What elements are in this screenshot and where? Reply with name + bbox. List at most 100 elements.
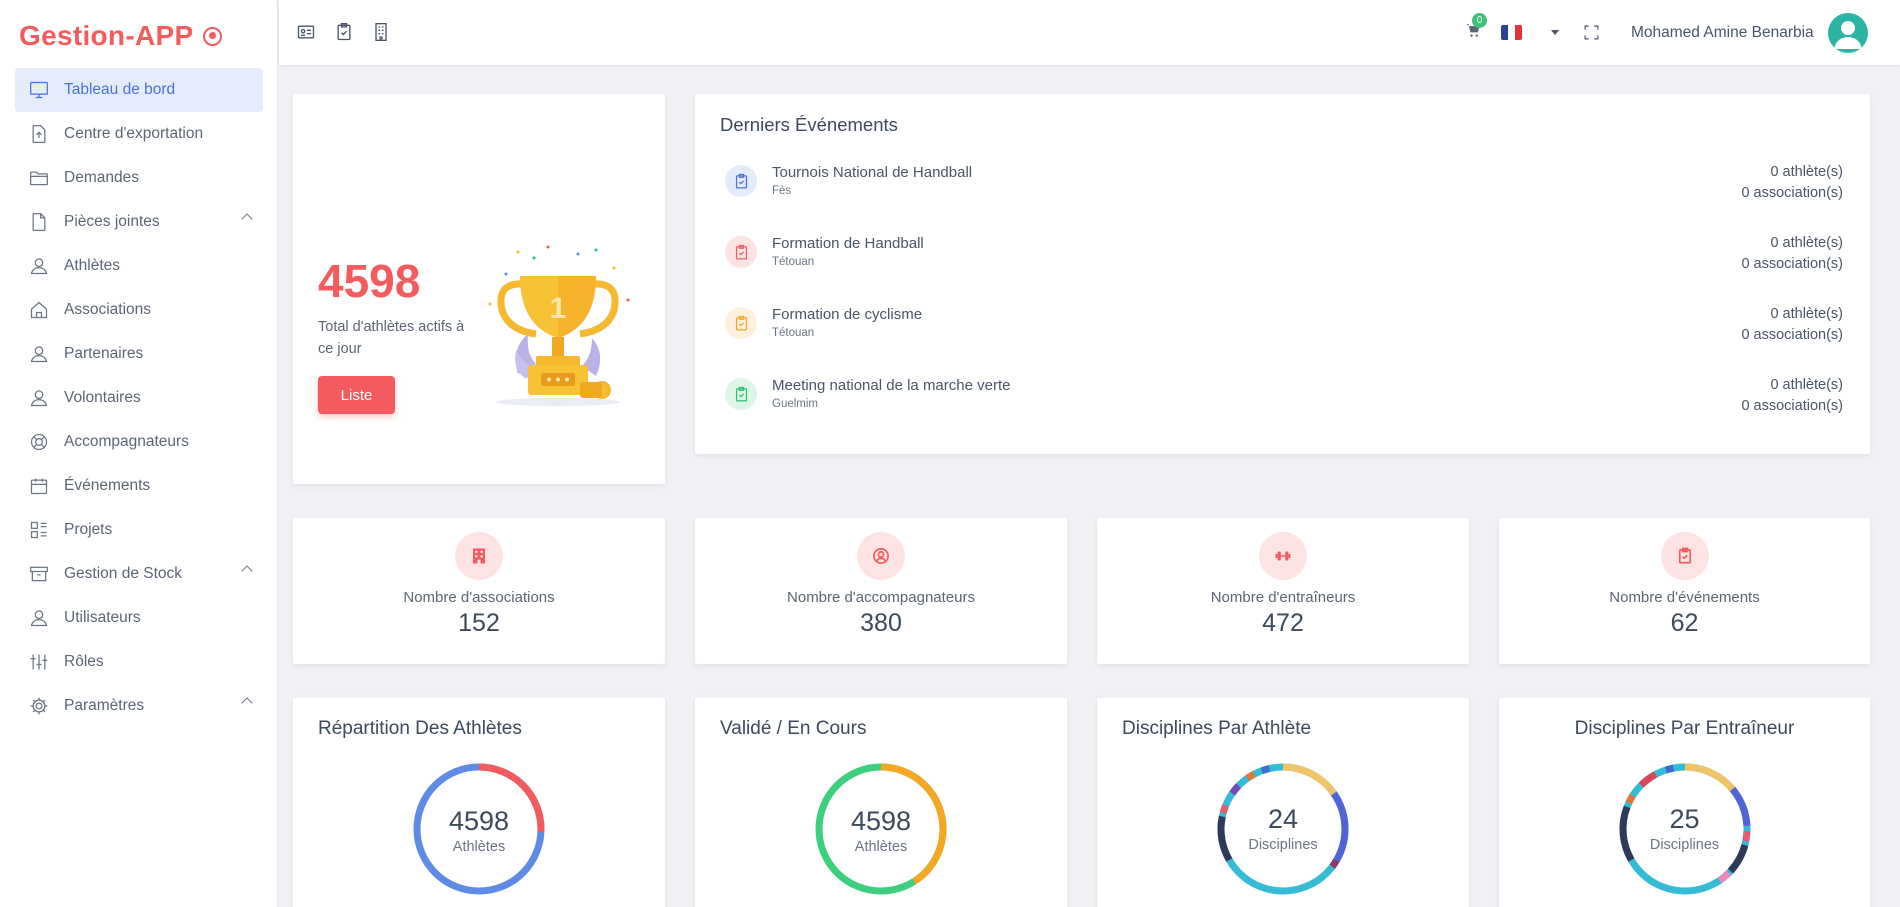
- sidebar-item-demandes[interactable]: Demandes: [15, 156, 263, 200]
- donut-value: 24: [1267, 804, 1299, 834]
- stat-value: 380: [860, 609, 902, 637]
- clipboard-check-icon: [1660, 532, 1709, 580]
- event-city: Tétouan: [772, 327, 815, 339]
- event-associations-count: 0 association(s): [1741, 327, 1843, 343]
- app-title: Gestion-APP: [19, 20, 194, 51]
- user-icon: [28, 343, 50, 365]
- total-athletes-description: Total d'athlètes actifs à ce jour: [318, 319, 465, 357]
- stat-card-entraineurs: Nombre d'entraîneurs 472: [1097, 518, 1469, 664]
- gear-icon: [28, 695, 50, 717]
- event-row[interactable]: Meeting national de la marche verte Guelm…: [695, 375, 1873, 425]
- events-card: Derniers Événements Tournois National de…: [695, 94, 1870, 454]
- event-athletes-count: 0 athlète(s): [1770, 306, 1843, 322]
- donut-subtitle: Athlètes: [854, 839, 908, 855]
- sidebar-item-roles[interactable]: Rôles: [15, 640, 263, 684]
- donut-card-valide: Validé / En Cours 4598 Athlètes: [695, 698, 1067, 907]
- sidebar-item-centre-exportation[interactable]: Centre d'exportation: [15, 112, 263, 156]
- donut-value: 4598: [448, 806, 510, 836]
- monitor-icon: [28, 79, 50, 101]
- fullscreen-icon[interactable]: [1583, 24, 1600, 41]
- clipboard-check-icon: [725, 378, 757, 410]
- chevron-up-icon: [241, 697, 253, 709]
- sidebar-item-accompagnateurs[interactable]: Accompagnateurs: [15, 420, 263, 464]
- donut-subtitle: Disciplines: [1649, 837, 1720, 853]
- app-logo[interactable]: Gestion-APP: [19, 20, 223, 52]
- target-icon: [203, 26, 223, 46]
- user-icon: [28, 607, 50, 629]
- sidebar-item-label: Tableau de bord: [64, 81, 176, 98]
- donut-title: Disciplines Par Athlète: [1122, 718, 1312, 739]
- sidebar-item-tableau-de-bord[interactable]: Tableau de bord: [15, 68, 263, 112]
- donut-subtitle: Athlètes: [452, 839, 506, 855]
- event-name[interactable]: Formation de cyclisme: [772, 306, 922, 323]
- trophy-illustration: 1: [488, 245, 630, 406]
- topbar: 0 Mohamed Amine Benarbia: [279, 0, 1900, 65]
- building-icon: [455, 532, 503, 580]
- stat-label: Nombre d'associations: [403, 589, 555, 606]
- event-athletes-count: 0 athlète(s): [1770, 377, 1843, 393]
- cart-badge: 0: [1472, 13, 1487, 28]
- hero-card: 4598 Total d'athlètes actifs à ce jour L…: [293, 94, 665, 484]
- sliders-icon: [28, 651, 50, 673]
- sidebar-item-label: Partenaires: [64, 345, 144, 362]
- sidebar-item-label: Projets: [64, 521, 113, 538]
- sidebar-item-associations[interactable]: Associations: [15, 288, 263, 332]
- donut-subtitle: Disciplines: [1248, 837, 1318, 853]
- donut-card-disciplines-entraineur: Disciplines Par Entraîneur 25 Discipline…: [1499, 698, 1870, 907]
- event-row[interactable]: Formation de Handball Tétouan 0 athlète(s)…: [695, 233, 1873, 283]
- event-name[interactable]: Tournois National de Handball: [772, 164, 972, 181]
- dumbbell-icon: [1259, 532, 1307, 580]
- sidebar-item-label: Athlètes: [64, 257, 121, 274]
- donut-value: 4598: [850, 806, 912, 836]
- sidebar-item-label: Volontaires: [64, 389, 141, 406]
- event-name[interactable]: Formation de Handball: [772, 235, 924, 252]
- sidebar-item-evenements[interactable]: Événements: [15, 464, 263, 508]
- archive-icon: [28, 563, 50, 585]
- donut-title: Répartition Des Athlètes: [318, 718, 522, 739]
- sidebar-item-projets[interactable]: Projets: [15, 508, 263, 552]
- sidebar-item-gestion-de-stock[interactable]: Gestion de Stock: [15, 552, 263, 596]
- clipboard-check-icon: [725, 165, 757, 197]
- event-row[interactable]: Tournois National de Handball Fès 0 athlèt…: [695, 162, 1873, 212]
- event-associations-count: 0 association(s): [1741, 256, 1843, 272]
- donut-title: Validé / En Cours: [720, 718, 867, 739]
- liste-button[interactable]: Liste: [318, 376, 395, 414]
- event-associations-count: 0 association(s): [1741, 398, 1843, 414]
- stat-label: Nombre d'entraîneurs: [1210, 589, 1356, 606]
- event-counts: 0 athlète(s) 0 association(s): [1741, 162, 1843, 204]
- caret-down-icon[interactable]: [1551, 30, 1559, 35]
- sidebar-item-parametres[interactable]: Paramètres: [15, 684, 263, 728]
- event-counts: 0 athlète(s) 0 association(s): [1741, 304, 1843, 346]
- sidebar-item-volontaires[interactable]: Volontaires: [15, 376, 263, 420]
- sidebar-item-label: Événements: [64, 477, 151, 494]
- event-athletes-count: 0 athlète(s): [1770, 164, 1843, 180]
- event-row[interactable]: Formation de cyclisme Tétouan 0 athlète(s)…: [695, 304, 1873, 354]
- chevron-up-icon: [241, 565, 253, 577]
- home-icon: [28, 299, 50, 321]
- sidebar-item-athletes[interactable]: Athlètes: [15, 244, 263, 288]
- lifebuoy-icon: [28, 431, 50, 453]
- building-icon[interactable]: [371, 22, 391, 42]
- donut-value: 25: [1669, 804, 1700, 834]
- sidebar-item-pieces-jointes[interactable]: Pièces jointes: [15, 200, 263, 244]
- id-card-icon[interactable]: [296, 22, 316, 42]
- layout-icon: [28, 519, 50, 541]
- total-athletes-number: 4598: [318, 255, 421, 307]
- donut-title: Disciplines Par Entraîneur: [1574, 718, 1795, 739]
- clipboard-check-icon[interactable]: [334, 22, 354, 42]
- user-name[interactable]: Mohamed Amine Benarbia: [1631, 24, 1814, 42]
- stat-card-evenements: Nombre d'événements 62: [1499, 518, 1870, 664]
- sidebar-item-partenaires[interactable]: Partenaires: [15, 332, 263, 376]
- event-city: Tétouan: [772, 256, 815, 268]
- avatar[interactable]: [1828, 13, 1868, 53]
- sidebar: Gestion-APP Tableau de bord Centre d'exp…: [0, 0, 278, 907]
- stat-card-associations: Nombre d'associations 152: [293, 518, 665, 664]
- event-name[interactable]: Meeting national de la marche verte: [772, 377, 1010, 394]
- sidebar-item-label: Accompagnateurs: [64, 433, 189, 450]
- upload-file-icon: [28, 123, 50, 145]
- sidebar-item-label: Gestion de Stock: [64, 565, 183, 582]
- stat-value: 62: [1670, 609, 1699, 637]
- flag-france-icon[interactable]: [1501, 25, 1522, 40]
- sidebar-item-utilisateurs[interactable]: Utilisateurs: [15, 596, 263, 640]
- stat-card-accompagnateurs: Nombre d'accompagnateurs 380: [695, 518, 1067, 664]
